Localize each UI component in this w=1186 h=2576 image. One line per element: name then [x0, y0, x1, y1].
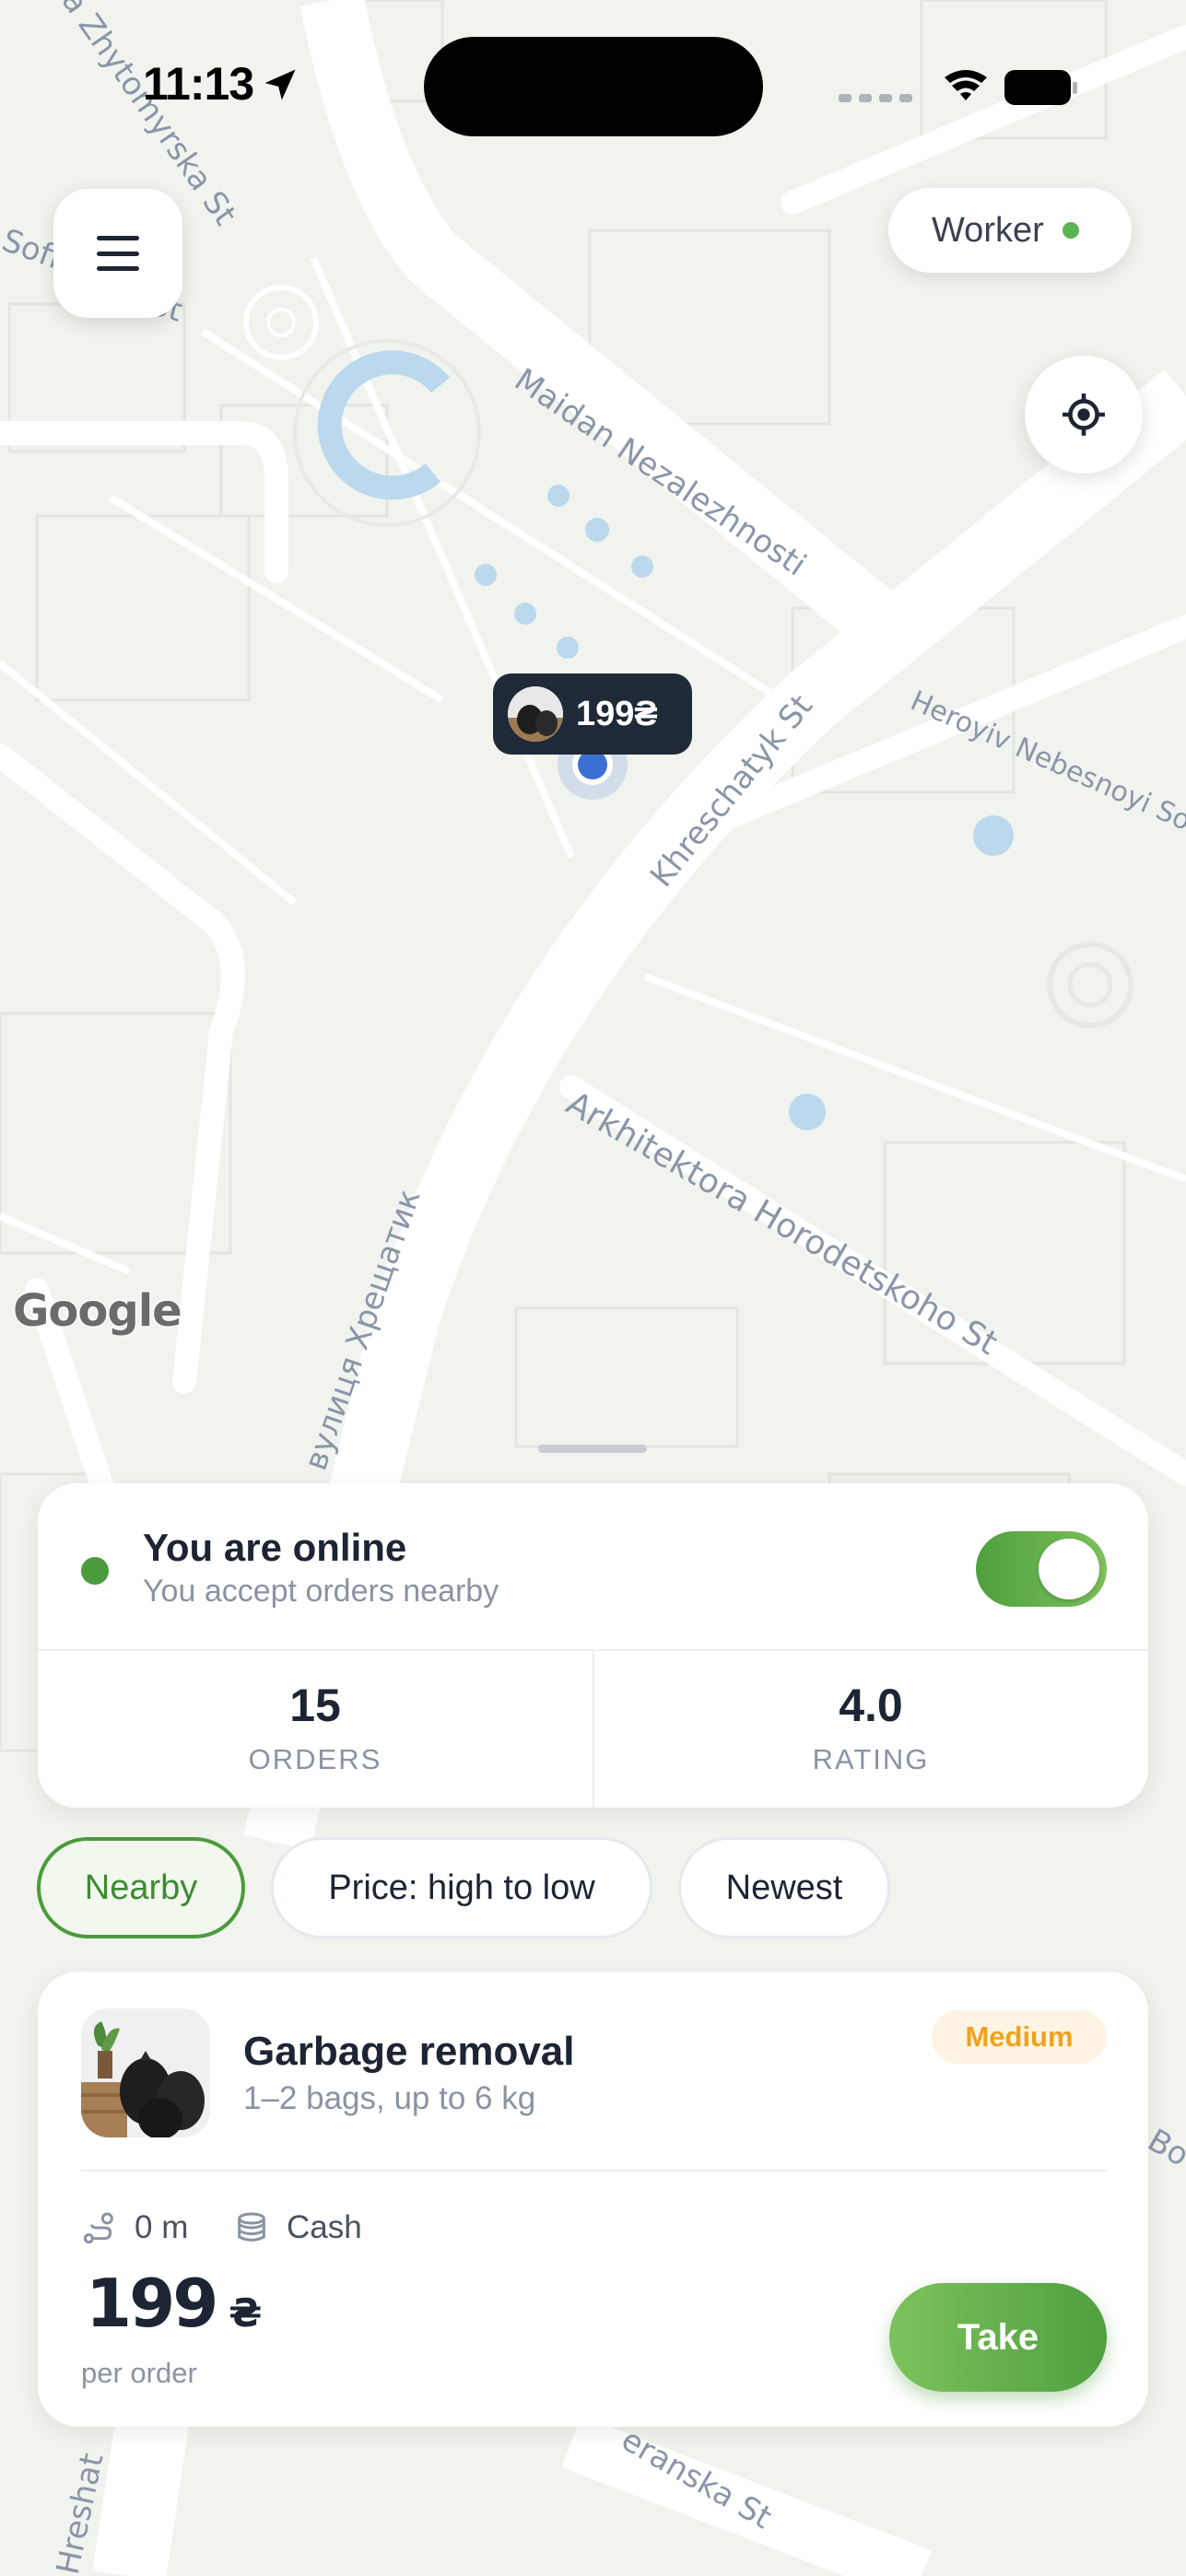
online-status-dot: [81, 1557, 109, 1585]
online-status-title: You are online: [143, 1526, 407, 1569]
toggle-knob: [1039, 1539, 1099, 1599]
signal-icon: [839, 94, 912, 102]
stat-rating-value: 4.0: [839, 1680, 903, 1731]
order-card[interactable]: Garbage removal 1–2 bags, up to 6 kg Med…: [38, 1972, 1148, 2427]
status-icons: [839, 70, 1077, 105]
take-order-button[interactable]: Take: [889, 2283, 1107, 2392]
marker-thumbnail: [508, 686, 563, 742]
status-time: 11:13: [143, 58, 254, 110]
order-price-value: 199: [86, 2265, 218, 2342]
stat-rating: 4.0 RATING: [593, 1679, 1148, 1776]
online-status-subtitle: You accept orders nearby: [143, 1574, 499, 1609]
location-arrow-icon: [264, 69, 296, 100]
worker-label: Worker: [932, 210, 1044, 250]
dynamic-island: [424, 37, 763, 136]
distance-icon: [83, 2212, 113, 2244]
filter-chip-price[interactable]: Price: high to low: [271, 1837, 652, 1938]
order-distance: 0 m: [81, 2209, 188, 2246]
filter-chip-nearby[interactable]: Nearby: [37, 1837, 245, 1938]
sheet-grabber[interactable]: [538, 1445, 647, 1453]
order-payment-text: Cash: [287, 2209, 362, 2245]
online-toggle[interactable]: [976, 1531, 1107, 1607]
online-indicator-dot: [1062, 222, 1079, 239]
coins-icon: [238, 2212, 265, 2242]
marker-price: 199₴: [576, 694, 658, 733]
order-subtitle: 1–2 bags, up to 6 kg: [243, 2080, 536, 2116]
order-distance-text: 0 m: [135, 2209, 189, 2245]
order-payment: Cash: [233, 2209, 362, 2246]
order-price-marker[interactable]: 199₴: [493, 673, 692, 755]
order-price-currency: ₴: [229, 2290, 263, 2336]
online-status-card: You are online You accept orders nearby …: [38, 1483, 1148, 1808]
priority-badge: Medium: [932, 2010, 1107, 2064]
order-title: Garbage removal: [243, 2029, 575, 2074]
locate-me-button[interactable]: [1025, 356, 1143, 474]
hamburger-icon: [97, 236, 139, 271]
menu-button[interactable]: [53, 189, 182, 318]
order-image: [81, 2008, 210, 2137]
google-logo: Google: [12, 1284, 183, 1338]
stat-orders: 15 ORDERS: [38, 1679, 593, 1776]
divider: [81, 2170, 1107, 2172]
crosshair-icon: [1063, 393, 1105, 436]
stat-rating-label: RATING: [812, 1743, 930, 1775]
wifi-icon: [945, 70, 987, 100]
order-price-caption: per order: [81, 2357, 197, 2389]
stat-orders-value: 15: [289, 1680, 341, 1731]
order-price: 199 ₴: [86, 2265, 262, 2342]
battery-icon: [1004, 70, 1077, 105]
worker-status-pill[interactable]: Worker: [888, 188, 1132, 273]
filter-chip-newest[interactable]: Newest: [678, 1837, 890, 1938]
stat-orders-label: ORDERS: [248, 1743, 382, 1775]
